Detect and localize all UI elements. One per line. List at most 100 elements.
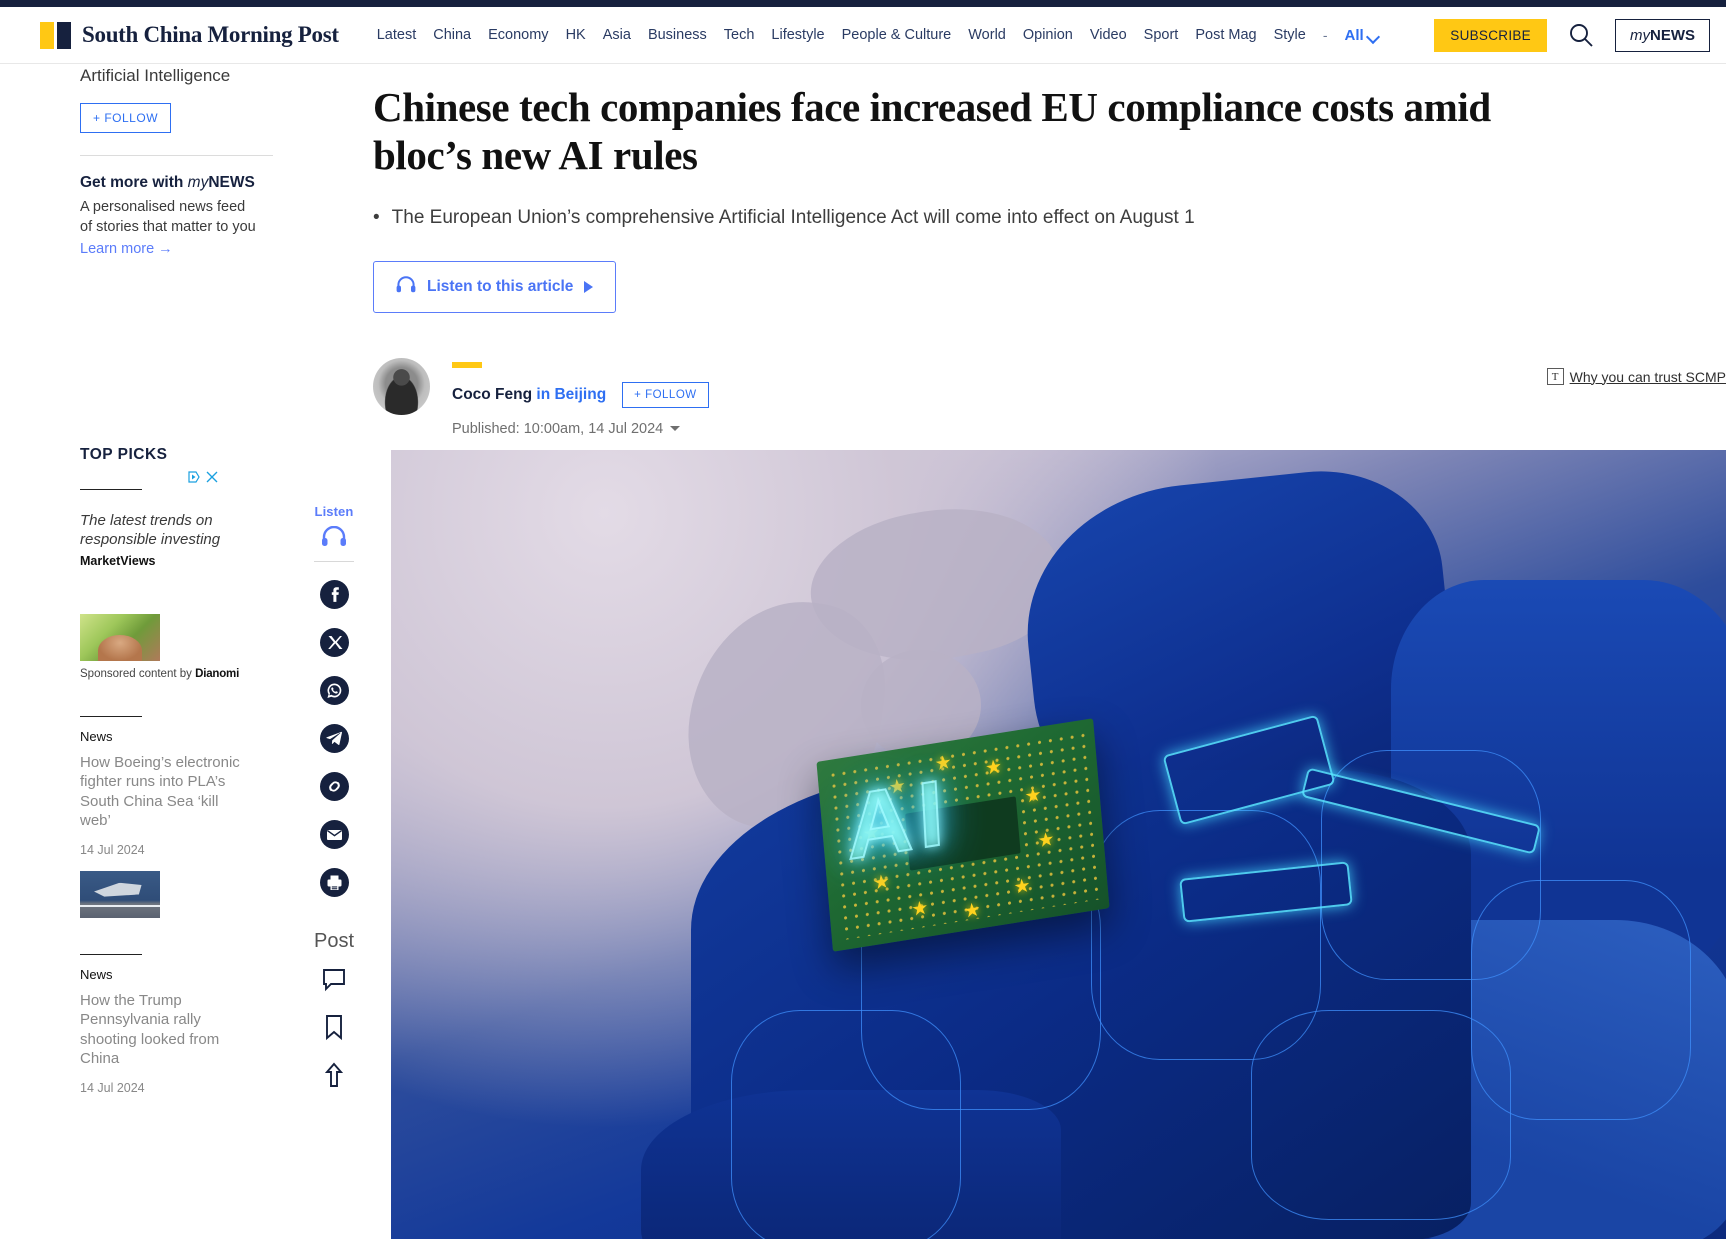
mynews-promo-title: Get more with myNEWS (80, 174, 273, 192)
author-name: Coco Feng in Beijing (452, 386, 606, 404)
list-item: News How Boeing’s electronic fighter run… (80, 715, 273, 918)
nav-separator: - (1322, 27, 1328, 43)
nav-item-lifestyle[interactable]: Lifestyle (771, 27, 824, 43)
whatsapp-icon[interactable] (319, 676, 349, 705)
promo-title-suffix: NEWS (208, 174, 255, 191)
published-label: Published: 10:00am, 14 Jul 2024 (452, 420, 664, 437)
post-icon-list (320, 965, 348, 1089)
trust-mark-icon: T (1546, 368, 1564, 385)
nav-item-latest[interactable]: Latest (377, 27, 417, 43)
news-date: 14 Jul 2024 (80, 1080, 145, 1095)
telegram-icon[interactable] (319, 724, 349, 753)
left-sidebar: Artificial Intelligence + FOLLOW Get mor… (0, 64, 295, 1095)
promo-title-prefix: Get more with (80, 174, 188, 191)
ad-thumbnail[interactable] (80, 613, 160, 661)
logo-mark-icon (40, 21, 71, 49)
ad-sponsor-name: Dianomi (195, 667, 240, 680)
star-icon: ★ (910, 897, 930, 921)
nav-item-economy[interactable]: Economy (488, 27, 548, 43)
close-icon[interactable] (206, 470, 218, 483)
top-color-strip (0, 0, 1726, 7)
news-headline[interactable]: How the Trump Pennsylvania rally shootin… (80, 991, 240, 1069)
published-timestamp[interactable]: Published: 10:00am, 14 Jul 2024 (452, 421, 709, 437)
map-border (731, 1010, 961, 1239)
page-title: Chinese tech companies face increased EU… (373, 84, 1491, 178)
facebook-icon[interactable] (319, 580, 349, 609)
search-icon[interactable] (1567, 21, 1595, 49)
bookmark-icon[interactable] (320, 1013, 348, 1041)
news-kicker: News (80, 728, 113, 744)
ad-brand: MarketViews (80, 553, 156, 568)
ad-controls (188, 470, 273, 483)
nav-item-video[interactable]: Video (1090, 27, 1127, 43)
nav-item-post-mag[interactable]: Post Mag (1195, 27, 1256, 43)
site-logo[interactable]: South China Morning Post (40, 21, 339, 49)
mynews-suffix: NEWS (1650, 26, 1695, 44)
listen-to-article-button[interactable]: Listen to this article (373, 260, 617, 313)
mynews-button[interactable]: myNEWS (1615, 18, 1710, 52)
mynews-promo: Get more with myNEWS A personalised news… (80, 174, 273, 258)
summary-text: The European Union’s comprehensive Artif… (391, 206, 1195, 228)
divider (80, 489, 142, 490)
nav-item-hk[interactable]: HK (566, 27, 586, 43)
nav-item-asia[interactable]: Asia (603, 27, 631, 43)
top-picks-title: TOP PICKS (80, 446, 168, 463)
nav-item-opinion[interactable]: Opinion (1023, 27, 1073, 43)
star-icon: ★ (1023, 784, 1043, 808)
nav-all-label: All (1344, 26, 1364, 44)
main-nav: Latest China Economy HK Asia Business Te… (377, 27, 1435, 44)
headphones-icon (396, 275, 416, 298)
topic-follow-button[interactable]: + FOLLOW (80, 103, 172, 133)
link-copy-icon[interactable] (319, 772, 349, 801)
print-icon[interactable] (319, 868, 349, 897)
headphones-icon[interactable] (321, 525, 347, 551)
header-actions: SUBSCRIBE myNEWS (1434, 18, 1710, 52)
x-twitter-icon[interactable] (319, 628, 349, 657)
star-icon: ★ (1036, 828, 1056, 853)
comment-icon[interactable] (320, 965, 348, 993)
play-triangle-icon (584, 280, 594, 293)
nav-item-style[interactable]: Style (1274, 27, 1306, 43)
ad-headline[interactable]: The latest trends on responsible investi… (80, 512, 250, 550)
nav-item-china[interactable]: China (433, 27, 471, 43)
star-icon: ★ (962, 899, 982, 923)
listen-button-label: Listen to this article (427, 277, 574, 295)
divider (80, 155, 273, 156)
ad-sponsor-prefix: Sponsored content by (80, 667, 196, 680)
nav-item-business[interactable]: Business (648, 27, 707, 43)
author-follow-button[interactable]: + FOLLOW (622, 381, 709, 408)
trust-link[interactable]: Why you can trust SCMP (1570, 369, 1726, 385)
share-icon-list (319, 580, 349, 897)
news-headline[interactable]: How Boeing’s electronic fighter runs int… (80, 753, 240, 831)
promo-title-italic: my (187, 174, 209, 191)
mynews-prefix: my (1630, 26, 1650, 44)
nav-item-world[interactable]: World (968, 27, 1006, 43)
nav-item-tech[interactable]: Tech (724, 27, 755, 43)
learn-more-link[interactable]: Learn more → (80, 241, 173, 257)
share-up-icon[interactable] (320, 1061, 348, 1089)
email-icon[interactable] (319, 820, 349, 849)
nav-all-dropdown[interactable]: All (1345, 27, 1379, 44)
trust-badge: T Why you can trust SCMP (1546, 368, 1726, 385)
summary-bullet: • (373, 206, 380, 228)
author-label[interactable]: Coco Feng (452, 386, 532, 403)
gavel-neon-icon (1151, 700, 1551, 960)
subscribe-button[interactable]: SUBSCRIBE (1434, 18, 1547, 52)
author-location: in Beijing (536, 385, 607, 403)
ad-sponsor-line: Sponsored content by Dianomi (80, 668, 273, 680)
avatar (373, 357, 430, 415)
list-item: News How the Trump Pennsylvania rally sh… (80, 953, 273, 1095)
byline: Coco Feng in Beijing + FOLLOW Published:… (373, 357, 1726, 437)
nav-item-people-culture[interactable]: People & Culture (842, 27, 952, 43)
adchoices-icon[interactable] (188, 470, 200, 483)
divider (80, 715, 142, 717)
nav-item-sport[interactable]: Sport (1144, 27, 1179, 43)
post-label: Post (313, 930, 355, 952)
top-picks-section: TOP PICKS The latest trends on responsib… (80, 446, 273, 680)
article-summary: • The European Union’s comprehensive Art… (373, 206, 1726, 231)
topic-name: Artificial Intelligence (80, 66, 231, 85)
divider (80, 953, 142, 955)
rail-listen-label[interactable]: Listen (315, 504, 354, 519)
news-thumbnail[interactable] (80, 870, 160, 918)
star-icon: ★ (1012, 875, 1032, 899)
